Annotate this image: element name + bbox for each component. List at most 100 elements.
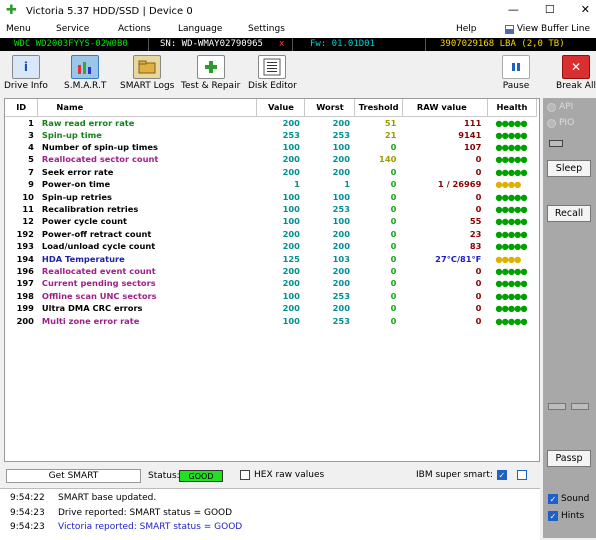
pio-radio[interactable]: PIO	[547, 118, 574, 128]
table-row[interactable]: 197 Current pending sectors 200 200 0 0 ●●●●●	[5, 277, 537, 289]
view-buffer-line-button[interactable]: View Buffer Line	[504, 24, 590, 34]
col-header-id[interactable]: ID	[5, 99, 39, 117]
smart-chart-icon	[71, 55, 100, 79]
col-header-raw[interactable]: RAW value	[402, 99, 488, 117]
smart-id-cell: 10	[22, 191, 34, 202]
smart-raw-cell: 0	[475, 166, 482, 177]
menu-item-menu[interactable]: Menu	[6, 24, 31, 34]
pause-button[interactable]: Pause	[502, 55, 530, 91]
menu-item-settings[interactable]: Settings	[248, 24, 285, 34]
smart-button[interactable]: S.M.A.R.T	[64, 55, 106, 91]
table-row[interactable]: 196 Reallocated event count 200 200 0 0 ●●●●●	[5, 265, 537, 277]
table-row[interactable]: 4 Number of spin-up times 100 100 0 107 ●●●●●	[5, 141, 537, 153]
table-row[interactable]: 199 Ultra DMA CRC errors 200 200 0 0 ●●●●●	[5, 302, 537, 314]
hex-raw-checkbox[interactable]: HEX raw values	[240, 470, 324, 480]
col-header-value[interactable]: Value	[256, 99, 306, 117]
table-row[interactable]: 10 Spin-up retries 100 100 0 0 ●●●●●	[5, 190, 537, 202]
smart-id-cell: 7	[28, 166, 34, 177]
mini-button-right[interactable]	[571, 403, 589, 410]
table-row[interactable]: 7 Seek error rate 200 200 0 0 ●●●●●	[5, 166, 537, 178]
smart-worst-cell: 200	[332, 154, 350, 165]
table-row[interactable]: 198 Offline scan UNC sectors 100 253 0 0 ●●●●●	[5, 290, 537, 302]
smart-name-cell: Current pending sectors	[41, 278, 156, 289]
table-row[interactable]: 3 Spin-up time 253 253 21 9141 ●●●●●	[5, 129, 537, 141]
log-time: 9:54:23	[10, 522, 45, 532]
close-button[interactable]: ✕	[581, 3, 590, 16]
smart-raw-cell: 107	[464, 142, 482, 153]
col-header-name[interactable]: Name	[37, 99, 258, 117]
passp-button[interactable]: Passp	[547, 450, 591, 467]
col-header-threshold[interactable]: Treshold	[354, 99, 403, 117]
table-row[interactable]: 1 Raw read error rate 200 200 51 111 ●●●●●	[5, 116, 537, 129]
break-all-button[interactable]: ✕ Break All	[556, 55, 596, 91]
table-row[interactable]: 12 Power cycle count 100 100 0 55 ●●●●●	[5, 215, 537, 227]
smart-raw-cell: 0	[475, 265, 482, 276]
get-smart-button[interactable]: Get SMART	[6, 469, 141, 483]
smart-logs-button[interactable]: SMART Logs	[120, 55, 174, 91]
binary-icon	[258, 55, 287, 79]
smart-worst-cell: 1	[344, 179, 350, 190]
mini-button-left[interactable]	[548, 403, 566, 410]
smart-health-cell: ●●●●●	[495, 278, 527, 289]
smart-value-cell: 200	[282, 278, 300, 289]
api-radio[interactable]: API	[547, 102, 573, 112]
drive-model[interactable]: WDC WD2003FYYS-02W0B0	[14, 38, 128, 51]
drive-info-label: Drive Info	[4, 81, 48, 91]
maximize-button[interactable]: ☐	[545, 3, 555, 16]
table-row[interactable]: 194 HDA Temperature 125 103 0 27°C/81°F ●●●●	[5, 252, 537, 264]
checkbox-empty-icon	[240, 470, 250, 480]
table-row[interactable]: 11 Recalibration retries 100 253 0 0 ●●●●●	[5, 203, 537, 215]
smart-id-cell: 3	[28, 129, 34, 140]
drive-close-button[interactable]: x	[279, 38, 284, 51]
smart-worst-cell: 253	[332, 204, 350, 215]
smart-raw-cell: 83	[469, 241, 482, 252]
ibm-checkbox[interactable]: ✓	[496, 470, 507, 480]
smart-threshold-cell: 0	[390, 315, 397, 326]
drive-lba: 3907029168 LBA (2,0 TB)	[440, 39, 565, 49]
smart-value-cell: 200	[282, 303, 300, 314]
smart-health-cell: ●●●●●	[495, 315, 527, 326]
menu-item-actions[interactable]: Actions	[118, 24, 151, 34]
divider	[425, 38, 426, 51]
smart-value-cell: 200	[282, 265, 300, 276]
smart-value-cell: 200	[282, 166, 300, 177]
sound-checkbox[interactable]: ✓ Sound	[548, 494, 589, 504]
smart-threshold-cell: 0	[390, 166, 397, 177]
table-row[interactable]: 5 Reallocated sector count 200 200 140 0 ●●●●●	[5, 153, 537, 165]
menu-item-service[interactable]: Service	[56, 24, 89, 34]
smart-raw-cell: 55	[469, 216, 482, 227]
smart-value-cell: 100	[282, 315, 300, 326]
smart-worst-cell: 253	[332, 290, 350, 301]
minimize-button[interactable]: —	[508, 3, 519, 16]
smart-value-cell: 200	[282, 154, 300, 165]
hints-checkbox[interactable]: ✓ Hints	[548, 511, 584, 521]
pio-label: PIO	[559, 118, 575, 128]
menu-item-help[interactable]: Help	[456, 24, 477, 34]
table-header-row: ID Name Value Worst Treshold RAW value H…	[5, 99, 538, 117]
sleep-button[interactable]: Sleep	[547, 160, 591, 177]
sound-label: Sound	[561, 494, 590, 504]
table-row[interactable]: 192 Power-off retract count 200 200 0 23 ●●●●●	[5, 228, 537, 240]
smart-name-cell: Load/unload cycle count	[41, 241, 156, 252]
table-row[interactable]: 193 Load/unload cycle count 200 200 0 83 ●●●●●	[5, 240, 537, 252]
smart-id-cell: 1	[28, 117, 34, 128]
drive-info-button[interactable]: i Drive Info	[4, 55, 48, 91]
disk-editor-button[interactable]: Disk Editor	[248, 55, 297, 91]
smart-name-cell: Spin-up retries	[41, 191, 112, 202]
table-row[interactable]: 200 Multi zone error rate 100 253 0 0 ●●●●●	[5, 314, 537, 326]
checkbox-check-icon: ✓	[548, 511, 558, 521]
smart-raw-cell: 9141	[458, 129, 482, 140]
toolbar: i Drive Info S.M.A.R.T SMART Logs Test &…	[0, 52, 596, 94]
table-row[interactable]: 9 Power-on time 1 1 0 1 / 26969 ●●●●	[5, 178, 537, 190]
smart-value-cell: 100	[282, 142, 300, 153]
recall-button[interactable]: Recall	[547, 205, 591, 222]
smart-name-cell: Power cycle count	[41, 216, 127, 227]
log-text: SMART base updated.	[58, 493, 157, 503]
menu-item-language[interactable]: Language	[178, 24, 222, 34]
ibm-extra-checkbox[interactable]	[516, 470, 527, 480]
test-repair-button[interactable]: Test & Repair	[181, 55, 240, 91]
col-header-worst[interactable]: Worst	[304, 99, 356, 117]
smart-id-cell: 4	[28, 142, 34, 153]
col-header-health[interactable]: Health	[487, 99, 538, 117]
smart-id-cell: 194	[16, 253, 34, 264]
